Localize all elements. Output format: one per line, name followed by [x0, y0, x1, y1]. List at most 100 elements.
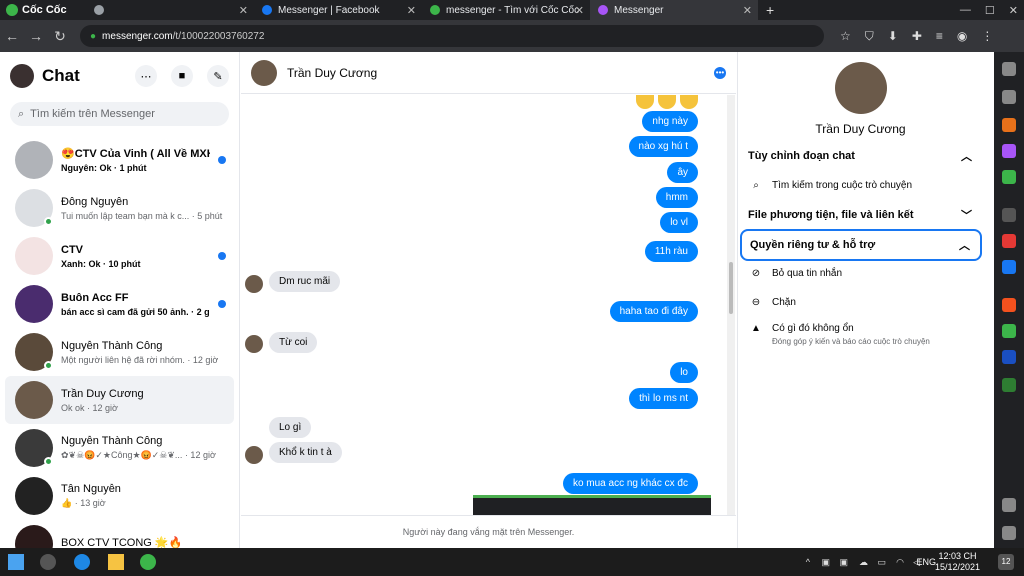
bookmark-star-icon[interactable]: ☆ — [840, 29, 851, 44]
message-bubble-in[interactable]: Lo gì — [269, 417, 312, 438]
back-icon[interactable]: ← — [0, 28, 24, 44]
file-explorer-icon[interactable] — [108, 554, 124, 570]
shopee-icon[interactable] — [1002, 298, 1016, 312]
tab-messenger[interactable]: Messenger ✕ — [590, 0, 758, 20]
message-bubble-out[interactable]: thì lo ms nt — [629, 388, 698, 409]
conversation-item[interactable]: Buôn Acc FF bán acc sì cam đã gửi 50 ảnh.… — [5, 280, 234, 328]
close-window-icon[interactable]: ✕ — [1009, 4, 1018, 17]
contact-avatar[interactable] — [251, 59, 277, 86]
conversation-item[interactable]: BOX CTV TCONG 🌟🔥 — [5, 520, 234, 548]
contact-name[interactable]: Trần Duy Cương — [287, 66, 704, 80]
forward-icon[interactable]: → — [24, 28, 48, 44]
more-icon[interactable] — [1002, 526, 1016, 540]
profile-icon[interactable]: ◉ — [957, 29, 967, 44]
block-item[interactable]: ⊖ Chặn — [750, 297, 980, 308]
edge-icon[interactable] — [74, 554, 90, 570]
new-message-button[interactable]: ✎ — [207, 65, 229, 87]
close-icon[interactable]: ✕ — [743, 4, 752, 17]
action-center-icon[interactable]: 12 — [998, 554, 1014, 570]
notification-bell-icon[interactable] — [1002, 498, 1016, 512]
conversation-item[interactable]: Trần Duy Cương Ok ok · 12 giờ — [5, 376, 234, 424]
conversation-item[interactable]: Tân Nguyễn 👍 · 13 giờ — [5, 472, 234, 520]
tab-blank[interactable]: ✕ — [86, 0, 254, 20]
url-field[interactable]: ● messenger.com/t/100022003760272 — [80, 25, 824, 47]
coccoc-icon[interactable] — [1002, 324, 1016, 338]
windows-start-icon[interactable] — [8, 554, 24, 570]
messenger-icon[interactable] — [1002, 144, 1016, 158]
crown-icon[interactable] — [1002, 118, 1016, 132]
settings-icon[interactable] — [1002, 62, 1016, 76]
conversation-item[interactable]: CTV Xanh: Ok · 10 phút — [5, 232, 234, 280]
conversation-item[interactable]: 😍CTV Của Vinh ( All Về MXH ) 😍 Nguyên: Ok… — [5, 136, 234, 184]
sender-avatar[interactable] — [245, 446, 263, 464]
sender-avatar[interactable] — [245, 275, 263, 293]
shield-icon[interactable]: ⛉ — [865, 29, 874, 44]
ignore-messages-item[interactable]: ⊘ Bỏ qua tin nhắn — [750, 268, 980, 279]
close-icon[interactable]: ✕ — [407, 4, 416, 17]
conversation-item[interactable]: Đông Nguyên Tui muốn lập team bạn mà k c.… — [5, 184, 234, 232]
minimize-icon[interactable]: — — [960, 4, 971, 16]
sender-avatar[interactable] — [245, 335, 263, 353]
section-media-files[interactable]: File phương tiện, file và liên kết ﹀ — [740, 199, 982, 231]
tray-app-icon[interactable]: ▣ — [821, 557, 830, 568]
message-bubble-in[interactable]: Dm ruc mãi — [269, 271, 341, 292]
scrollbar-thumb[interactable] — [729, 262, 733, 314]
close-icon[interactable]: ✕ — [239, 4, 248, 17]
message-bubble-out[interactable]: ko mua acc ng khác cx đc — [562, 473, 698, 494]
tray-app-icon[interactable]: ▣ — [839, 557, 848, 568]
battery-icon[interactable]: ▭ — [877, 557, 886, 568]
conversation-item[interactable]: Nguyễn Thành Công ✿❦☠😡✓★Công★😡✓☠❦... · 12… — [5, 424, 234, 472]
video-call-button[interactable]: ■ — [171, 65, 193, 87]
clock[interactable]: 12:03 CH 15/12/2021 — [935, 551, 980, 573]
new-tab-button[interactable]: + — [758, 2, 774, 18]
search-in-conversation[interactable]: ⌕ Tìm kiếm trong cuộc trò chuyện — [750, 180, 980, 191]
extensions-icon[interactable]: ✚ — [912, 29, 922, 44]
info-icon[interactable]: ••• — [714, 66, 726, 79]
tiki-icon[interactable] — [1002, 350, 1016, 364]
conversation-item[interactable]: Nguyễn Thành Công Một người liên hệ đã rờ… — [5, 328, 234, 376]
section-privacy-support[interactable]: Quyền riêng tư & hỗ trợ ︿ — [740, 229, 982, 261]
message-bubble-out[interactable]: lo vl — [660, 212, 698, 233]
profile-avatar[interactable] — [835, 62, 887, 114]
browser-tabbar: Cốc Cốc ✕ Messenger | Facebook ✕ messenge… — [0, 0, 1024, 20]
message-bubble-in[interactable]: Từ coi — [269, 332, 318, 353]
youtube-icon[interactable] — [1002, 234, 1016, 248]
message-bubble-out[interactable]: nào xg hú t — [628, 136, 698, 157]
message-bubble-out[interactable]: ây — [667, 162, 698, 183]
section-customize-chat[interactable]: Tùy chỉnh đoạn chat ︿ — [740, 140, 982, 172]
game-icon[interactable] — [1002, 170, 1016, 184]
tab-messenger-facebook[interactable]: Messenger | Facebook ✕ — [254, 0, 422, 20]
message-bubble-out[interactable]: lo — [670, 362, 698, 383]
tab-coccoc-search[interactable]: messenger - Tìm với Cốc Cốc ✕ — [422, 0, 590, 20]
my-avatar[interactable] — [10, 64, 34, 88]
history-icon[interactable] — [1002, 90, 1016, 104]
maximize-icon[interactable]: ☐ — [985, 4, 995, 17]
download-icon[interactable]: ⬇ — [888, 29, 898, 44]
message-bubble-out[interactable]: hmm — [655, 187, 698, 208]
screenshot-attachment[interactable] — [473, 495, 711, 515]
online-indicator — [44, 361, 53, 370]
report-item[interactable]: ▲ Có gì đó không ổn Đóng góp ý kiến và b… — [750, 323, 980, 346]
message-bubble-out[interactable]: haha tao đi đây — [609, 301, 698, 322]
message-bubble-out[interactable]: 11h ràu — [644, 241, 698, 262]
kebab-menu-icon[interactable]: ⋮ — [981, 29, 993, 44]
conversation-avatar — [15, 237, 53, 275]
search-icon[interactable] — [40, 554, 56, 570]
wifi-icon[interactable]: ◠ — [896, 557, 904, 568]
close-icon[interactable]: ✕ — [575, 4, 584, 17]
tray-arrow-icon[interactable]: ^ — [806, 557, 810, 567]
more-options-button[interactable]: ⋯ — [135, 65, 157, 87]
facebook-icon[interactable] — [1002, 260, 1016, 274]
onedrive-icon[interactable]: ☁ — [859, 557, 868, 568]
browser-brand[interactable]: Cốc Cốc — [0, 0, 86, 20]
language-indicator[interactable]: ENG — [916, 557, 936, 567]
conversation-snippet: Tui muốn lập team bạn mà k c... · 5 phút — [61, 210, 223, 221]
reload-icon[interactable]: ↻ — [48, 28, 72, 45]
message-bubble-in[interactable]: Khổ k tin t à — [269, 442, 342, 463]
add-icon[interactable] — [1002, 208, 1016, 222]
sheet-icon[interactable] — [1002, 378, 1016, 392]
search-input[interactable]: ⌕ Tìm kiếm trên Messenger — [10, 102, 229, 126]
menu-icon[interactable]: ≡ — [936, 29, 943, 44]
coccoc-taskbar-icon[interactable] — [140, 554, 156, 570]
message-bubble-out[interactable]: nhg này — [642, 111, 698, 132]
